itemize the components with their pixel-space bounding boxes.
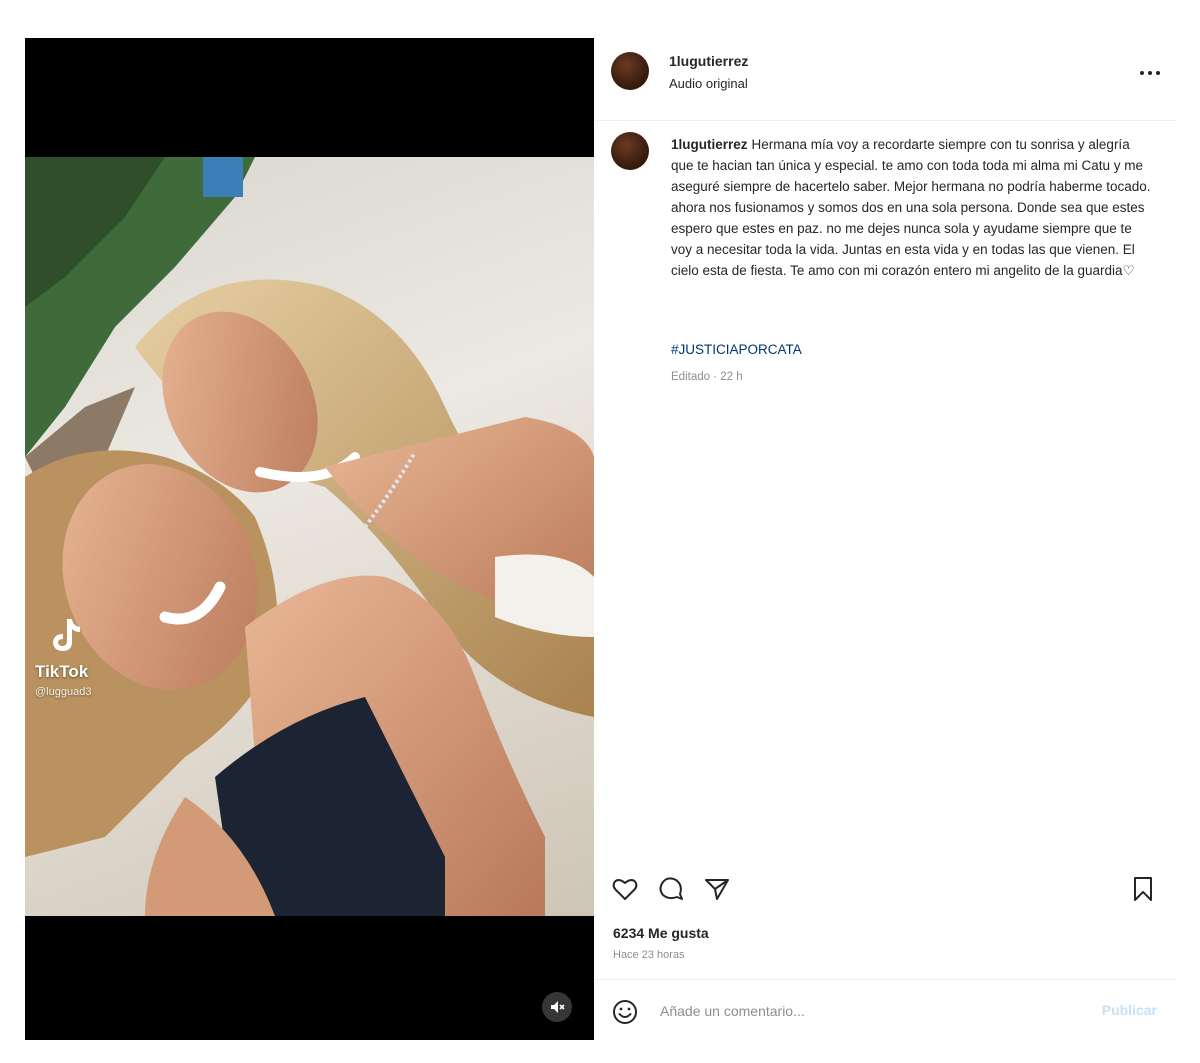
likes-count[interactable]: 6234 Me gusta [613,925,709,941]
action-bar [594,874,1177,910]
post-header: 1lugutierrez Audio original [594,38,1177,121]
caption-avatar[interactable] [611,132,649,170]
share-button[interactable] [702,874,732,904]
comment-button[interactable] [656,874,686,904]
caption-username[interactable]: 1lugutierrez [671,137,748,152]
comment-icon [659,877,683,900]
more-options-button[interactable] [1139,60,1161,81]
video-frame[interactable]: TikTok @lugguad3 [25,157,594,916]
tiktok-watermark: TikTok @lugguad3 [35,615,91,698]
audio-label[interactable]: Audio original [669,76,748,91]
bookmark-icon [1134,877,1152,901]
post-username[interactable]: 1lugutierrez [669,53,748,69]
post-media[interactable]: TikTok @lugguad3 [25,38,594,1040]
caption-body: Hermana mía voy a recordarte siempre con… [671,137,1151,278]
emoji-icon [613,1000,637,1024]
tiktok-name: TikTok [35,662,89,681]
post-sidebar: 1lugutierrez Audio original 1lugutierrez… [594,38,1177,1040]
speaker-muted-icon [551,1001,565,1013]
save-button[interactable] [1128,874,1158,904]
tiktok-logo-icon [53,619,80,651]
post-time[interactable]: Hace 23 horas [613,949,685,961]
send-icon [705,879,729,900]
edited-timestamp: Editado · 22 h [671,371,743,383]
more-horizontal-icon [1140,71,1160,75]
comment-composer: Publicar [594,980,1177,1040]
emoji-button[interactable] [612,999,638,1030]
like-button[interactable] [610,874,640,904]
heart-icon [612,879,638,900]
publish-button[interactable]: Publicar [1102,1002,1157,1018]
comment-input[interactable] [658,998,1082,1024]
photo-illustration [25,157,594,916]
mute-button[interactable] [542,992,572,1022]
hashtag-link[interactable]: #JUSTICIAPORCATA [671,342,802,357]
post-container: TikTok @lugguad3 1lugutierrez Audio orig… [25,38,1177,1040]
tiktok-handle: @lugguad3 [35,686,92,698]
caption-text: 1lugutierrez Hermana mía voy a recordarte… [671,134,1151,281]
avatar[interactable] [611,52,649,90]
